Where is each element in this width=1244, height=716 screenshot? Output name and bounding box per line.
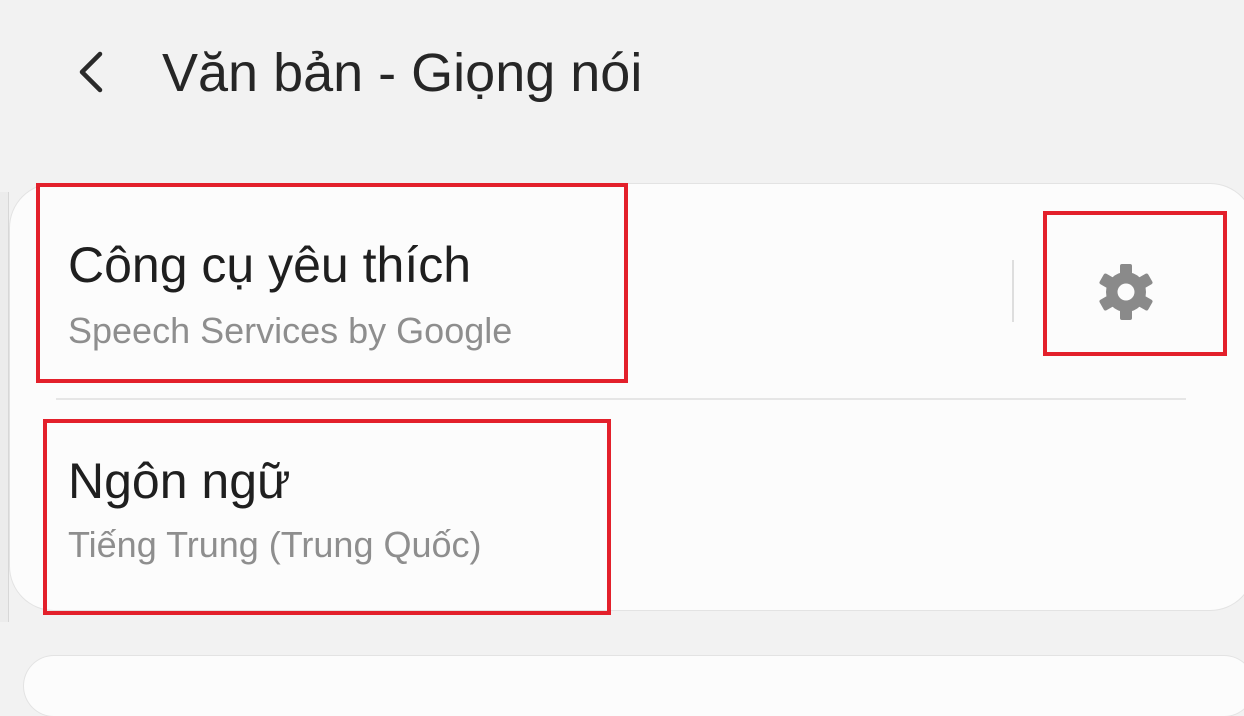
preferred-engine-title: Công cụ yêu thích: [68, 237, 472, 293]
language-row[interactable]: Ngôn ngữ Tiếng Trung (Trung Quốc): [10, 400, 1244, 610]
language-value: Tiếng Trung (Trung Quốc): [68, 524, 482, 565]
preferred-engine-row[interactable]: Công cụ yêu thích Speech Services by Goo…: [10, 184, 1244, 398]
page-title: Văn bản - Giọng nói: [162, 43, 643, 103]
tts-settings-card: Công cụ yêu thích Speech Services by Goo…: [10, 184, 1244, 610]
back-button[interactable]: [60, 40, 124, 104]
app-header: Văn bản - Giọng nói: [0, 0, 1244, 150]
next-settings-card: [24, 656, 1244, 716]
vertical-divider: [1012, 260, 1014, 322]
chevron-left-icon: [79, 51, 103, 93]
previous-panel-edge: [0, 192, 9, 622]
language-title: Ngôn ngữ: [68, 453, 291, 509]
engine-settings-button[interactable]: [1066, 242, 1186, 342]
gear-icon: [1099, 264, 1153, 320]
preferred-engine-value: Speech Services by Google: [68, 310, 513, 351]
